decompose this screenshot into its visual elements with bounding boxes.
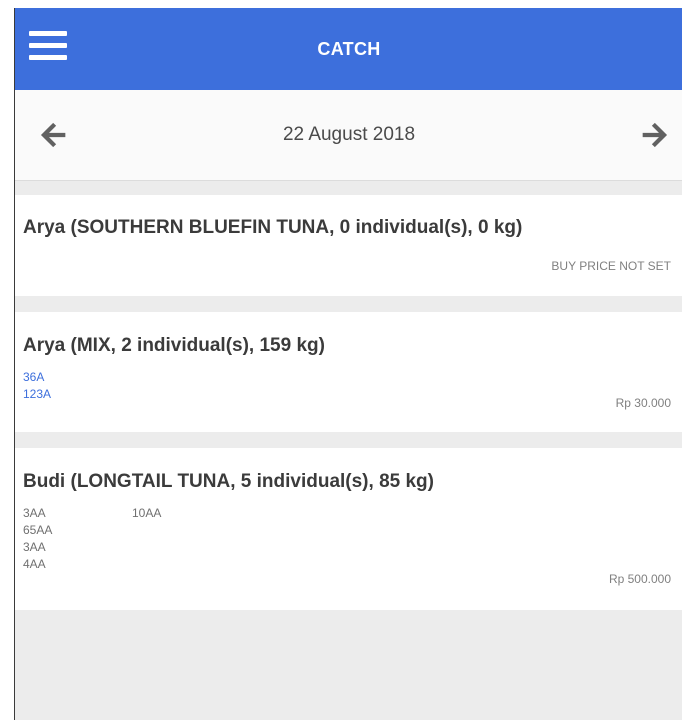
code-link[interactable]: 123A <box>23 386 51 403</box>
catch-entry-card[interactable]: Arya (SOUTHERN BLUEFIN TUNA, 0 individua… <box>15 195 682 296</box>
entry-codes: 36A 123A <box>23 369 51 403</box>
entry-title: Budi (LONGTAIL TUNA, 5 individual(s), 85… <box>23 471 434 492</box>
hamburger-menu-icon[interactable] <box>29 26 67 64</box>
entry-codes: 3AA 10AA 65AA 3AA 4AA <box>23 505 223 573</box>
catch-entry-card[interactable]: Budi (LONGTAIL TUNA, 5 individual(s), 85… <box>15 448 682 610</box>
code-item: 65AA <box>23 523 53 537</box>
current-date: 22 August 2018 <box>282 124 416 145</box>
catch-entry-card[interactable]: Arya (MIX, 2 individual(s), 159 kg) 36A … <box>15 312 682 432</box>
entry-title: Arya (SOUTHERN BLUEFIN TUNA, 0 individua… <box>23 217 523 238</box>
app-frame: CATCH 22 August 2018 Arya (SOUTHERN BLUE… <box>14 8 682 720</box>
code-item: 4AA <box>23 557 46 571</box>
code-item: 3AA <box>23 540 46 554</box>
entry-price: BUY PRICE NOT SET <box>551 259 671 273</box>
app-bar: CATCH <box>15 8 682 90</box>
app-title: CATCH <box>317 38 381 59</box>
code-link[interactable]: 36A <box>23 369 51 386</box>
arrow-left-icon[interactable] <box>37 118 71 152</box>
code-item: 10AA <box>132 506 162 520</box>
code-item: 3AA <box>23 506 46 520</box>
arrow-right-icon[interactable] <box>637 118 671 152</box>
entry-price: Rp 500.000 <box>608 572 671 586</box>
entry-title: Arya (MIX, 2 individual(s), 159 kg) <box>23 335 325 356</box>
date-navigator: 22 August 2018 <box>15 90 682 181</box>
entry-price: Rp 30.000 <box>615 396 671 410</box>
